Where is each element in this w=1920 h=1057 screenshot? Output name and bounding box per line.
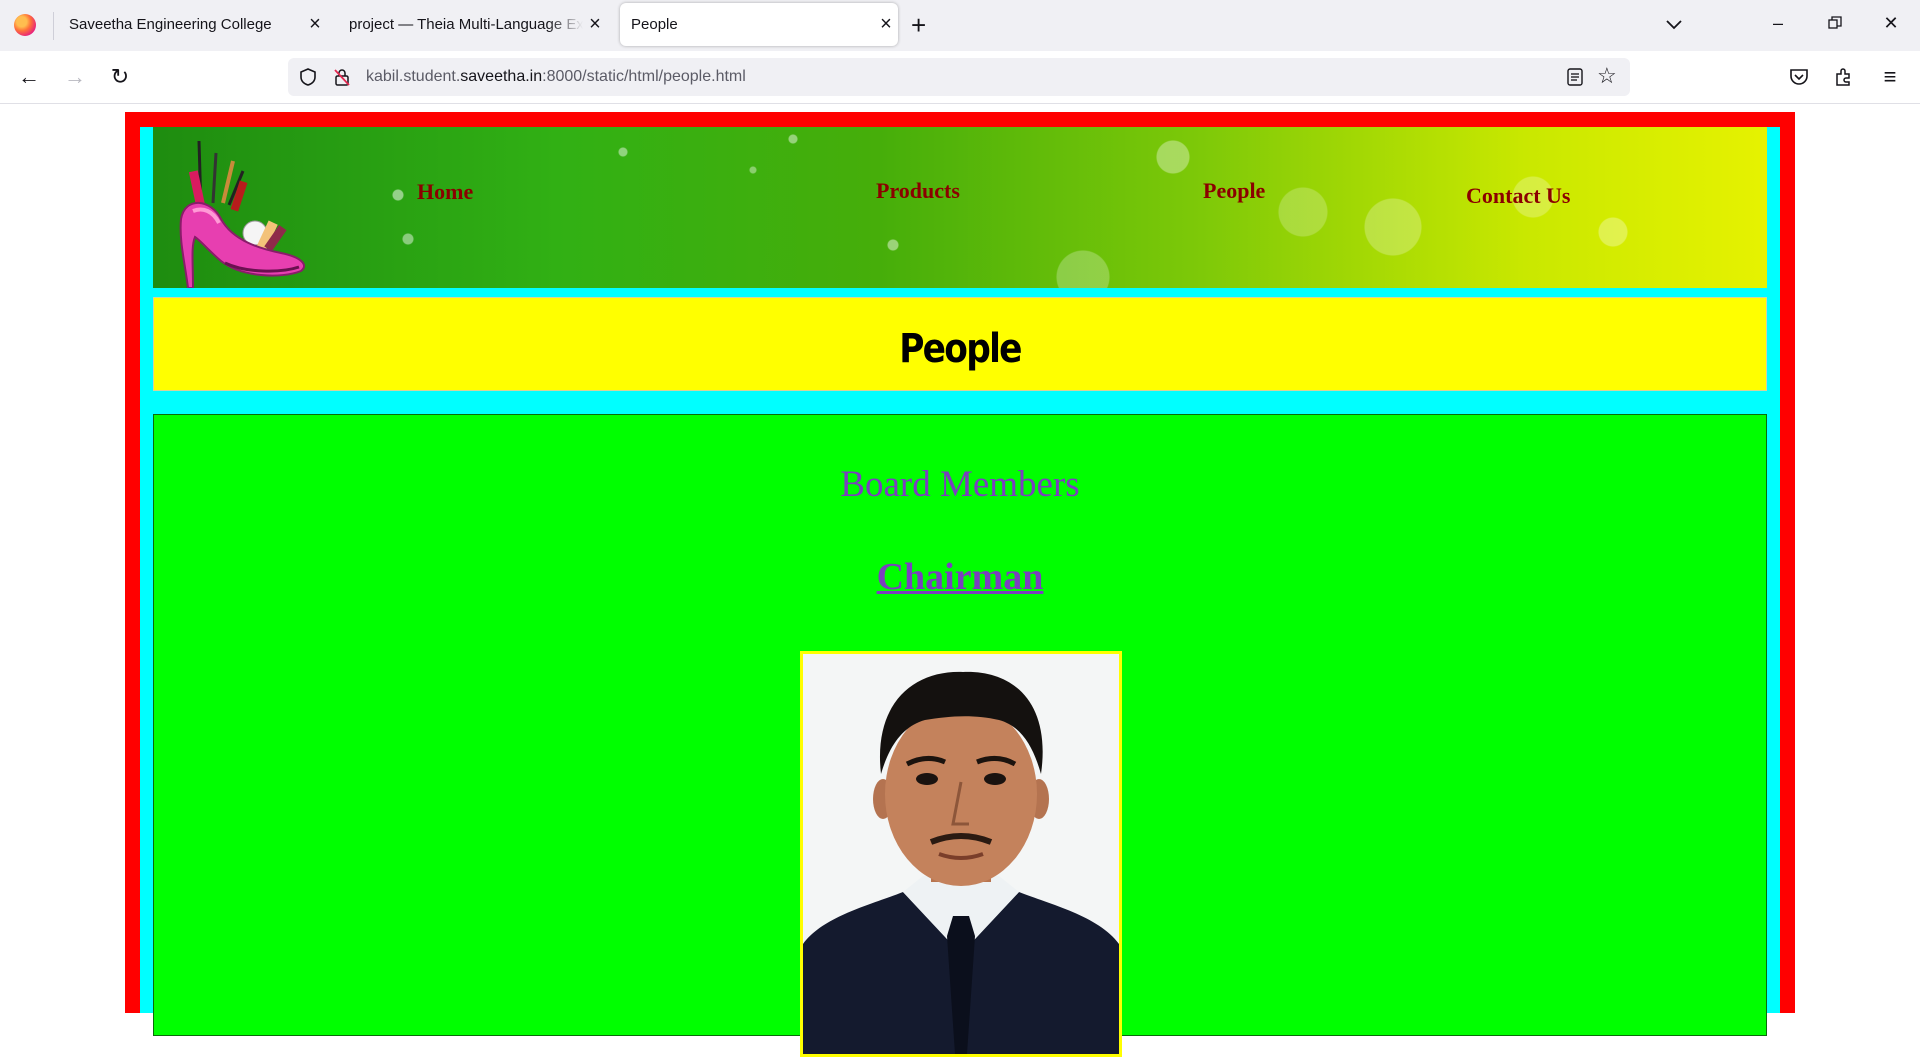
close-icon[interactable]: ×	[303, 13, 327, 36]
close-icon[interactable]: ×	[583, 13, 607, 36]
nav-link-home[interactable]: Home	[417, 179, 473, 205]
tab-bar: Saveetha Engineering College × project —…	[0, 0, 1920, 51]
reload-icon[interactable]: ↻	[107, 64, 133, 90]
site-header-banner: Home Products People Contact Us	[153, 127, 1767, 288]
tab-saveetha[interactable]: Saveetha Engineering College ×	[57, 3, 327, 46]
reader-view-icon[interactable]	[1566, 68, 1584, 86]
chairman-heading[interactable]: Chairman	[154, 555, 1766, 599]
url-text[interactable]: kabil.student.saveetha.in:8000/static/ht…	[366, 58, 746, 96]
tab-title: project — Theia Multi-Language Explorer	[349, 16, 583, 33]
nav-link-products[interactable]: Products	[876, 178, 960, 204]
shield-icon[interactable]	[298, 67, 318, 87]
people-content-section: Board Members Chairman	[153, 414, 1767, 1057]
page-outer-frame: Home Products People Contact Us People B…	[125, 112, 1795, 1057]
tab-separator	[53, 12, 54, 40]
tab-project[interactable]: project — Theia Multi-Language Explorer …	[337, 3, 607, 46]
pocket-icon[interactable]	[1788, 66, 1810, 88]
nav-link-people[interactable]: People	[1203, 178, 1265, 204]
navigation-toolbar: ← → ↻ kabil.student.saveetha.in:8000/sta…	[0, 51, 1920, 104]
tab-title: Saveetha Engineering College	[69, 16, 272, 33]
url-bar[interactable]: kabil.student.saveetha.in:8000/static/ht…	[288, 58, 1630, 96]
close-window-icon[interactable]: ✕	[1876, 8, 1906, 38]
insecure-lock-icon[interactable]	[332, 67, 352, 87]
close-icon[interactable]: ×	[874, 13, 898, 36]
url-prefix: kabil.student.	[366, 68, 461, 85]
page-inner-frame: Home Products People Contact Us People B…	[140, 127, 1780, 1057]
url-suffix: :8000/static/html/people.html	[542, 68, 746, 85]
restore-icon[interactable]	[1820, 8, 1850, 38]
extensions-puzzle-icon[interactable]	[1833, 66, 1855, 88]
page-title: People	[899, 326, 1022, 372]
page-title-box: People	[153, 297, 1767, 391]
nav-link-contact-us[interactable]: Contact Us	[1466, 183, 1571, 209]
firefox-menu-icon[interactable]	[14, 14, 36, 36]
tab-title: People	[631, 16, 678, 33]
bookmark-star-icon[interactable]: ☆	[1597, 63, 1617, 89]
chairman-photo	[800, 651, 1122, 1057]
new-tab-plus-icon[interactable]: +	[911, 10, 926, 40]
url-domain: saveetha.in	[460, 68, 543, 85]
forward-arrow-icon[interactable]: →	[62, 64, 88, 90]
back-arrow-icon[interactable]: ←	[16, 64, 42, 90]
high-heel-makeup-logo	[179, 141, 306, 288]
list-all-tabs-chevron-down-icon[interactable]	[1664, 14, 1684, 34]
board-members-heading: Board Members	[840, 464, 1080, 505]
tab-people[interactable]: People ×	[620, 3, 898, 46]
minimize-icon[interactable]: –	[1763, 8, 1793, 38]
hamburger-menu-icon[interactable]: ≡	[1877, 64, 1903, 90]
